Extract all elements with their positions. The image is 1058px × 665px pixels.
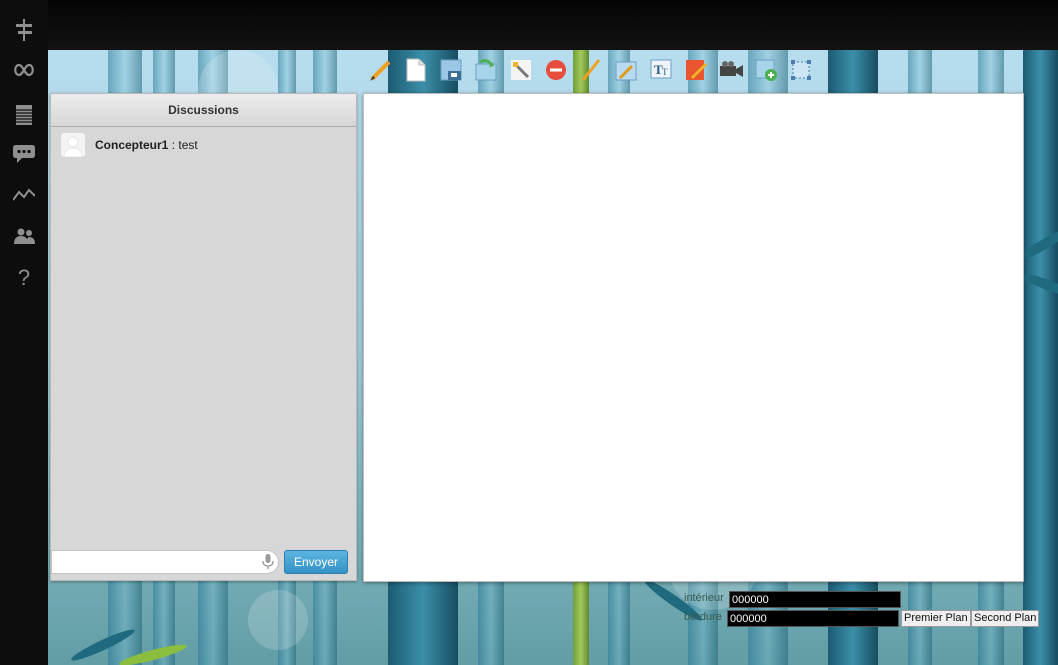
select-resize-icon[interactable] bbox=[788, 57, 814, 83]
drawing-canvas[interactable] bbox=[363, 93, 1024, 582]
drawing-toolbar: TT bbox=[368, 54, 814, 86]
fill-icon[interactable] bbox=[683, 57, 709, 83]
chat-icon[interactable] bbox=[0, 134, 48, 174]
save-icon[interactable] bbox=[438, 57, 464, 83]
message-separator: : bbox=[168, 138, 179, 152]
pencil-icon[interactable] bbox=[368, 57, 394, 83]
message-author: Concepteur1 bbox=[95, 138, 169, 152]
interior-color-label: intérieur bbox=[684, 592, 724, 604]
line-icon[interactable] bbox=[578, 57, 604, 83]
sidebar: ? bbox=[0, 0, 48, 665]
border-color-label: bordure bbox=[684, 611, 722, 623]
magic-wand-icon[interactable] bbox=[508, 57, 534, 83]
background-button[interactable]: Second Plan bbox=[971, 610, 1040, 627]
app-window: ? TT Discussions Concepteur1: test Envo… bbox=[0, 0, 1058, 665]
foreground-button[interactable]: Premier Plan bbox=[901, 610, 971, 627]
infinity-icon[interactable] bbox=[0, 50, 48, 90]
notes-icon[interactable] bbox=[0, 95, 48, 135]
chart-icon[interactable] bbox=[0, 175, 48, 215]
text-tool-icon[interactable]: TT bbox=[648, 57, 674, 83]
border-color-input[interactable] bbox=[727, 610, 899, 627]
new-page-icon[interactable] bbox=[403, 57, 429, 83]
users-icon[interactable] bbox=[0, 216, 48, 256]
avatar bbox=[61, 133, 85, 157]
add-image-icon[interactable] bbox=[753, 57, 779, 83]
discussions-panel: Discussions Concepteur1 : test Envoyer bbox=[50, 93, 357, 581]
microphone-icon[interactable] bbox=[261, 554, 275, 570]
delete-icon[interactable] bbox=[543, 57, 569, 83]
discussions-title: Discussions bbox=[51, 94, 356, 127]
chat-message-input[interactable] bbox=[51, 550, 279, 574]
send-button[interactable]: Envoyer bbox=[284, 550, 348, 574]
signpost-icon[interactable] bbox=[0, 10, 48, 50]
message-text: Concepteur1 : test bbox=[95, 138, 198, 152]
import-image-icon[interactable] bbox=[473, 57, 499, 83]
rectangle-edit-icon[interactable] bbox=[613, 57, 639, 83]
help-icon[interactable]: ? bbox=[0, 258, 48, 298]
video-camera-icon[interactable] bbox=[718, 57, 744, 83]
chat-input-row: Envoyer bbox=[51, 550, 356, 574]
interior-color-input[interactable] bbox=[729, 591, 901, 608]
svg-text:T: T bbox=[662, 67, 668, 77]
chat-message: Concepteur1 : test bbox=[51, 127, 356, 163]
message-body: test bbox=[178, 138, 198, 152]
top-bar bbox=[0, 0, 1058, 50]
